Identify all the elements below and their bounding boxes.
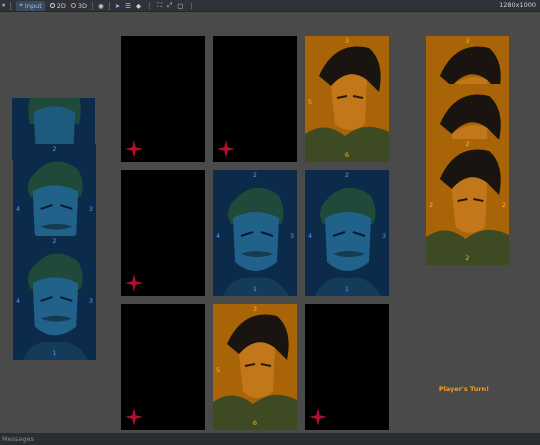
board-card-blue[interactable]: 2 4 3 1: [305, 170, 389, 296]
card-left-value: 4: [16, 205, 21, 213]
select-arrow-icon[interactable]: ➤: [115, 2, 120, 10]
more-vertical-icon[interactable]: ⋮: [146, 2, 153, 10]
toolbar-separator: [108, 1, 110, 10]
toolbar-separator: [10, 1, 12, 10]
resolution-label: 1280x1000: [499, 1, 536, 9]
star-marker-icon: [125, 274, 143, 292]
input-label: Input: [24, 1, 42, 10]
warrior-portrait-art: [305, 36, 389, 162]
card-top-value: 2: [344, 171, 350, 179]
card-bottom-value: 6: [252, 419, 258, 427]
star-marker-icon: [309, 408, 327, 426]
card-top-value: 2: [52, 145, 57, 153]
board-slot-7[interactable]: [121, 304, 205, 430]
card-left-value: 4: [16, 297, 21, 305]
board-card-orange[interactable]: 3 5 6: [305, 36, 389, 162]
camera-icon[interactable]: ◆: [136, 2, 141, 10]
card-bottom-value: 1: [252, 285, 258, 293]
card-right-value: 3: [381, 232, 386, 240]
card-bottom-value: 1: [344, 285, 350, 293]
editor-toolbar: ⏸ ⌖ Input 2D 3D ◉ ➤ ☰ ◆ ⋮ ⛶ ⤢ ▢ ⋮ 1280x1…: [0, 0, 540, 12]
mode-2d-toggle[interactable]: 2D: [49, 1, 66, 10]
toolbar-separator: [92, 1, 94, 10]
card-top-value: 3: [252, 305, 258, 313]
star-marker-icon: [217, 140, 235, 158]
soldier-portrait-art: [305, 170, 389, 296]
input-toggle[interactable]: ⌖ Input: [16, 0, 45, 11]
star-marker-icon: [125, 140, 143, 158]
input-icon: ⌖: [19, 1, 23, 9]
board-card-orange[interactable]: 3 5 6: [213, 304, 297, 430]
card-left-value: 2: [429, 201, 434, 209]
turn-indicator: Player's Turn!: [438, 385, 490, 393]
board-card-blue[interactable]: 2 4 3 1: [213, 170, 297, 296]
radio-3d-icon: [70, 3, 76, 8]
card-bottom-value: 2: [465, 254, 470, 262]
mode-2d-label: 2D: [56, 1, 66, 10]
more-vertical-icon[interactable]: ⋮: [188, 2, 195, 10]
board-slot-9[interactable]: [305, 304, 389, 430]
pause-icon[interactable]: ⏸: [2, 1, 5, 10]
mode-3d-toggle[interactable]: 3D: [70, 1, 88, 10]
soldier-portrait-art: [213, 170, 297, 296]
card-top-value: 3: [344, 37, 350, 45]
hand-right-card-3[interactable]: 2 2 2 2: [426, 139, 509, 265]
zoom-fit-icon[interactable]: ⛶: [158, 1, 163, 10]
warrior-portrait-art: [426, 84, 509, 142]
expand-icon[interactable]: ⤢: [167, 1, 172, 10]
warrior-portrait-art: [213, 304, 297, 430]
hand-right-card-2[interactable]: [426, 84, 509, 142]
card-right-value: 3: [88, 297, 93, 305]
fullscreen-icon[interactable]: ▢: [177, 2, 183, 10]
soldier-portrait-art: [13, 236, 96, 360]
mode-3d-label: 3D: [77, 1, 88, 10]
hand-left-card-3[interactable]: 2 4 3 1: [13, 236, 96, 360]
card-top-value: 2: [52, 237, 57, 245]
card-top-value: 3: [465, 37, 470, 45]
card-left-value: 4: [216, 232, 221, 240]
card-left-value: 5: [216, 366, 221, 374]
card-right-value: 3: [289, 232, 294, 240]
card-left-value: 4: [308, 232, 313, 240]
card-top-value: 2: [465, 140, 470, 148]
list-select-icon[interactable]: ☰: [125, 2, 131, 10]
board-slot-4[interactable]: [121, 170, 205, 296]
card-left-value: 5: [308, 98, 313, 106]
board-slot-2[interactable]: [213, 36, 297, 162]
card-bottom-value: 1: [52, 349, 57, 357]
radio-2d-icon: [49, 3, 55, 8]
warrior-portrait-art: [426, 139, 509, 265]
card-right-value: 3: [88, 205, 93, 213]
card-bottom-value: 6: [344, 151, 350, 159]
star-marker-icon: [125, 408, 143, 426]
eye-icon[interactable]: ◉: [98, 2, 104, 10]
card-right-value: 2: [501, 201, 506, 209]
messages-bar[interactable]: Messages: [0, 433, 540, 445]
board-slot-1[interactable]: [121, 36, 205, 162]
card-top-value: 2: [252, 171, 258, 179]
